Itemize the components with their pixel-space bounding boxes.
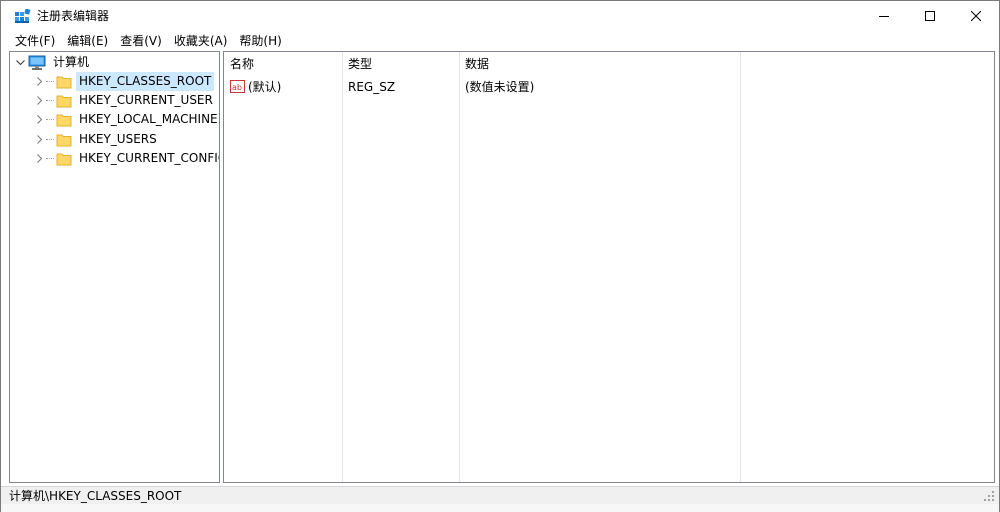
list-row-default-value[interactable]: ab (默认) REG_SZ (数值未设置) bbox=[224, 77, 994, 97]
maximize-icon bbox=[925, 11, 935, 21]
window-title: 注册表编辑器 bbox=[37, 9, 110, 23]
resize-grip-icon[interactable] bbox=[983, 490, 995, 502]
column-divider[interactable] bbox=[342, 52, 343, 482]
tree-root-computer[interactable]: 计算机 bbox=[14, 53, 92, 72]
menu-favorites[interactable]: 收藏夹(A) bbox=[168, 31, 234, 51]
column-divider[interactable] bbox=[740, 52, 741, 482]
folder-icon bbox=[56, 95, 72, 107]
value-data: (数值未设置) bbox=[465, 80, 535, 94]
minimize-button[interactable] bbox=[861, 1, 907, 31]
expand-toggle[interactable] bbox=[34, 110, 46, 129]
tree-item-hkey-users[interactable]: HKEY_USERS bbox=[34, 130, 160, 149]
close-button[interactable] bbox=[953, 1, 999, 31]
value-name: (默认) bbox=[248, 80, 282, 94]
tree-connector bbox=[46, 100, 54, 101]
tree-item-label: HKEY_LOCAL_MACHINE bbox=[79, 112, 218, 126]
maximize-button[interactable] bbox=[907, 1, 953, 31]
column-header-type[interactable]: 类型 bbox=[342, 52, 459, 76]
tree-item-hkey-current-user[interactable]: HKEY_CURRENT_USER bbox=[34, 91, 216, 110]
folder-icon bbox=[56, 114, 72, 126]
expand-toggle[interactable] bbox=[34, 72, 46, 91]
window-bottom-edge bbox=[1, 504, 999, 512]
folder-icon bbox=[56, 134, 72, 146]
column-header-name[interactable]: 名称 bbox=[224, 52, 342, 76]
tree-item-hkey-current-config[interactable]: HKEY_CURRENT_CONFIG bbox=[34, 149, 220, 168]
status-path: 计算机\HKEY_CLASSES_ROOT bbox=[9, 489, 182, 503]
collapse-toggle[interactable] bbox=[14, 53, 26, 72]
tree-connector bbox=[46, 158, 54, 159]
tree-connector bbox=[46, 139, 54, 140]
column-divider[interactable] bbox=[459, 52, 460, 482]
tree-item-label: HKEY_CURRENT_CONFIG bbox=[79, 151, 220, 165]
tree-item-label: HKEY_CURRENT_USER bbox=[79, 93, 213, 107]
minimize-icon bbox=[879, 16, 889, 17]
status-bar: 计算机\HKEY_CLASSES_ROOT bbox=[1, 486, 999, 504]
tree-item-label: HKEY_USERS bbox=[79, 132, 157, 146]
registry-app-icon bbox=[15, 9, 31, 23]
tree-item-hkey-classes-root[interactable]: HKEY_CLASSES_ROOT bbox=[34, 72, 215, 91]
svg-text:ab: ab bbox=[232, 83, 242, 92]
chevron-right-icon bbox=[37, 115, 43, 124]
tree-connector bbox=[46, 81, 54, 82]
expand-toggle[interactable] bbox=[34, 149, 46, 168]
close-icon bbox=[971, 11, 981, 21]
menu-bar: 文件(F) 编辑(E) 查看(V) 收藏夹(A) 帮助(H) bbox=[1, 31, 999, 51]
folder-icon bbox=[56, 76, 72, 88]
title-bar[interactable]: 注册表编辑器 bbox=[1, 1, 999, 31]
menu-file[interactable]: 文件(F) bbox=[9, 31, 61, 51]
chevron-right-icon bbox=[37, 96, 43, 105]
tree-connector bbox=[46, 119, 54, 120]
chevron-right-icon bbox=[37, 77, 43, 86]
chevron-down-icon bbox=[15, 59, 25, 65]
chevron-right-icon bbox=[37, 154, 43, 163]
expand-toggle[interactable] bbox=[34, 91, 46, 110]
menu-edit[interactable]: 编辑(E) bbox=[61, 31, 114, 51]
expand-toggle[interactable] bbox=[34, 130, 46, 149]
value-type: REG_SZ bbox=[348, 80, 396, 94]
tree-item-label: HKEY_CLASSES_ROOT bbox=[76, 72, 215, 91]
key-tree-pane[interactable]: 计算机 HKEY_CLASSES_ROOT HKEY_CURRENT_USER bbox=[9, 51, 220, 483]
column-header-data[interactable]: 数据 bbox=[459, 52, 740, 76]
values-list-pane[interactable]: 名称 类型 数据 ab (默认) REG_SZ (数值未设置) bbox=[223, 51, 995, 483]
chevron-right-icon bbox=[37, 135, 43, 144]
tree-root-label: 计算机 bbox=[53, 55, 90, 69]
tree-item-hkey-local-machine[interactable]: HKEY_LOCAL_MACHINE bbox=[34, 110, 219, 129]
menu-help[interactable]: 帮助(H) bbox=[233, 31, 287, 51]
registry-editor-window: 注册表编辑器 文件(F) 编辑(E) 查看(V) 收藏夹(A) 帮助(H) 计算… bbox=[0, 0, 1000, 512]
computer-icon bbox=[28, 55, 46, 70]
string-value-icon: ab bbox=[230, 80, 245, 93]
menu-view[interactable]: 查看(V) bbox=[114, 31, 168, 51]
folder-icon bbox=[56, 153, 72, 165]
